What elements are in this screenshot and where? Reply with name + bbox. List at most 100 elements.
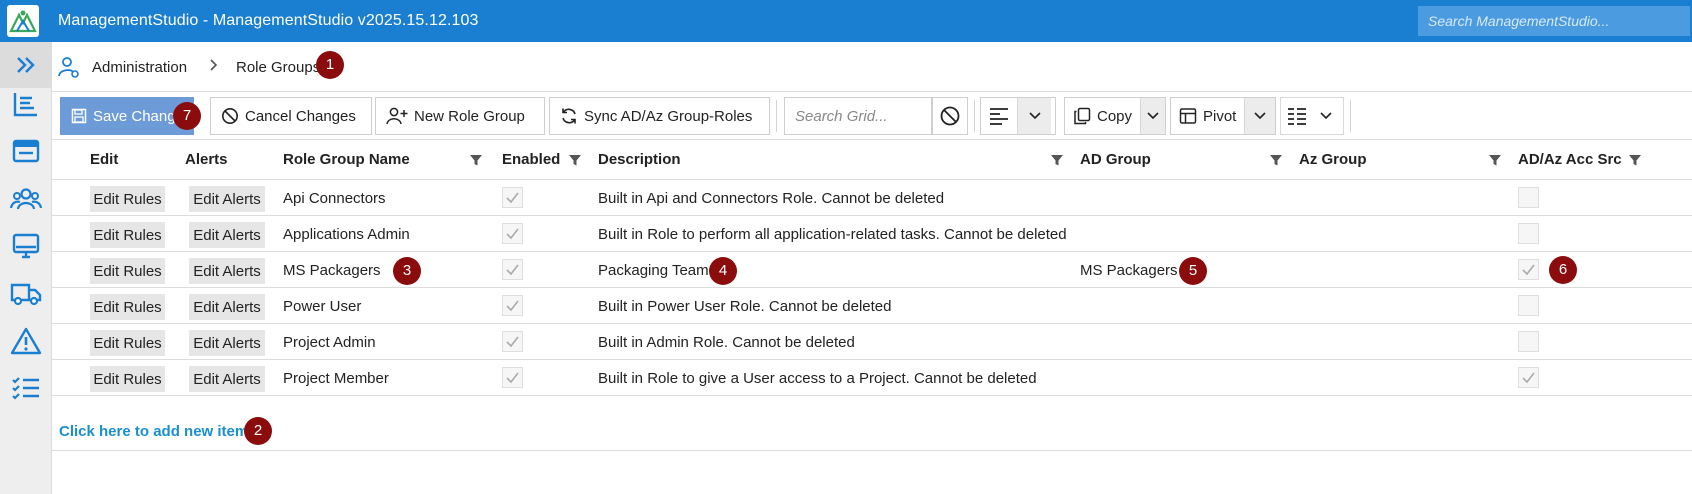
pivot-table-icon — [1179, 108, 1197, 124]
nav-expand-button[interactable] — [0, 42, 52, 88]
edit-alerts-button[interactable]: Edit Alerts — [189, 330, 265, 356]
checkmark-icon — [1522, 372, 1535, 384]
column-header-description[interactable]: Description — [598, 151, 681, 168]
edit-rules-button[interactable]: Edit Rules — [90, 366, 165, 392]
filter-icon[interactable] — [469, 153, 483, 167]
column-header-alerts[interactable]: Alerts — [185, 151, 228, 168]
edit-rules-button[interactable]: Edit Rules — [90, 294, 165, 320]
enabled-checkbox[interactable] — [502, 295, 523, 316]
computer-icon[interactable] — [10, 230, 42, 262]
column-header-enabled[interactable]: Enabled — [502, 151, 560, 168]
clear-icon — [940, 106, 960, 126]
delivery-icon[interactable] — [10, 277, 42, 309]
pivot-button[interactable]: Pivot — [1171, 98, 1244, 134]
checkmark-icon — [506, 336, 519, 348]
filter-icon[interactable] — [1488, 153, 1502, 167]
filter-icon[interactable] — [1628, 153, 1642, 167]
new-role-group-label: New Role Group — [414, 107, 525, 125]
copy-dropdown[interactable] — [1140, 98, 1165, 134]
table-row[interactable]: Edit Rules Edit Alerts Power User Built in … — [52, 288, 1692, 324]
edit-rules-button[interactable]: Edit Rules — [90, 330, 165, 356]
acc-src-checkbox[interactable] — [1518, 259, 1539, 280]
filter-icon[interactable] — [568, 153, 582, 167]
global-search-input[interactable] — [1418, 6, 1690, 36]
breadcrumb: Administration Role Groups 1 — [52, 42, 1692, 92]
add-user-icon — [386, 107, 408, 125]
edit-alerts-button[interactable]: Edit Alerts — [189, 294, 265, 320]
callout-badge-3: 3 — [393, 257, 421, 285]
callout-badge-2: 2 — [244, 417, 272, 445]
column-header-acc-src[interactable]: AD/Az Acc Src — [1518, 151, 1622, 168]
users-icon[interactable] — [10, 183, 42, 215]
column-header-role-group-name[interactable]: Role Group Name — [283, 151, 410, 168]
edit-alerts-button[interactable]: Edit Alerts — [189, 186, 265, 212]
column-chooser-icon — [1288, 108, 1306, 125]
align-left-icon — [990, 108, 1008, 125]
copy-label: Copy — [1097, 107, 1133, 125]
grid-header: Edit Alerts Role Group Name Enabled Desc… — [52, 140, 1692, 180]
pivot-dropdown[interactable] — [1244, 98, 1275, 134]
breadcrumb-administration[interactable]: Administration — [92, 59, 187, 76]
column-header-edit[interactable]: Edit — [90, 151, 118, 168]
list-icon[interactable] — [10, 88, 42, 120]
table-row[interactable]: Edit Rules Edit Alerts Applications Admin B… — [52, 216, 1692, 252]
chevron-down-icon — [1320, 112, 1332, 120]
callout-badge-1: 1 — [316, 51, 344, 79]
app-logo-icon — [7, 5, 39, 37]
edit-alerts-button[interactable]: Edit Alerts — [189, 366, 265, 392]
clear-search-button[interactable] — [932, 97, 968, 135]
pivot-split-button[interactable]: Pivot — [1170, 97, 1276, 135]
acc-src-checkbox[interactable] — [1518, 295, 1539, 316]
columns-dropdown[interactable] — [1313, 98, 1339, 134]
toolbar-divider — [776, 100, 777, 132]
admin-user-icon — [58, 57, 79, 78]
align-split-button[interactable] — [980, 97, 1056, 135]
align-button[interactable] — [981, 98, 1017, 134]
edit-alerts-button[interactable]: Edit Alerts — [189, 222, 265, 248]
grid-search-input[interactable] — [784, 97, 932, 135]
enabled-checkbox[interactable] — [502, 187, 523, 208]
cancel-changes-button[interactable]: Cancel Changes — [210, 97, 372, 135]
edit-rules-button[interactable]: Edit Rules — [90, 222, 165, 248]
acc-src-checkbox[interactable] — [1518, 223, 1539, 244]
columns-split-button[interactable] — [1280, 97, 1344, 135]
edit-alerts-button[interactable]: Edit Alerts — [189, 258, 265, 284]
enabled-checkbox[interactable] — [502, 259, 523, 280]
columns-button[interactable] — [1281, 98, 1313, 134]
new-role-group-button[interactable]: New Role Group — [375, 97, 545, 135]
applications-icon[interactable] — [10, 135, 42, 167]
role-group-name-cell: Power User — [283, 298, 362, 315]
edit-rules-button[interactable]: Edit Rules — [90, 258, 165, 284]
acc-src-checkbox[interactable] — [1518, 331, 1539, 352]
filter-icon[interactable] — [1050, 153, 1064, 167]
sync-ad-az-button[interactable]: Sync AD/Az Group-Roles — [549, 97, 770, 135]
checkmark-icon — [506, 300, 519, 312]
checkmark-icon — [1522, 264, 1535, 276]
enabled-checkbox[interactable] — [502, 223, 523, 244]
chevron-right-icon — [210, 59, 218, 71]
expand-icon — [17, 57, 35, 73]
column-header-az-group[interactable]: Az Group — [1299, 151, 1367, 168]
acc-src-checkbox[interactable] — [1518, 367, 1539, 388]
table-row[interactable]: Edit Rules Edit Alerts MS Packagers Packagi… — [52, 252, 1692, 288]
align-dropdown[interactable] — [1017, 98, 1051, 134]
table-row[interactable]: Edit Rules Edit Alerts Project Admin Built … — [52, 324, 1692, 360]
copy-split-button[interactable]: Copy — [1064, 97, 1166, 135]
warning-icon[interactable] — [10, 325, 42, 357]
filter-icon[interactable] — [1269, 153, 1283, 167]
copy-button[interactable]: Copy — [1065, 98, 1140, 134]
acc-src-checkbox[interactable] — [1518, 187, 1539, 208]
table-row[interactable]: Edit Rules Edit Alerts Project Member Built… — [52, 360, 1692, 396]
description-cell: Built in Power User Role. Cannot be dele… — [598, 298, 892, 315]
add-new-item-link[interactable]: Click here to add new item — [59, 423, 248, 440]
cancel-changes-label: Cancel Changes — [245, 107, 356, 125]
enabled-checkbox[interactable] — [502, 367, 523, 388]
column-header-ad-group[interactable]: AD Group — [1080, 151, 1151, 168]
role-group-name-cell: MS Packagers — [283, 262, 381, 279]
enabled-checkbox[interactable] — [502, 331, 523, 352]
ad-group-cell: MS Packagers — [1080, 262, 1178, 279]
edit-rules-button[interactable]: Edit Rules — [90, 186, 165, 212]
window-title: ManagementStudio - ManagementStudio v202… — [58, 12, 479, 29]
table-row[interactable]: Edit Rules Edit Alerts Api Connectors Built… — [52, 180, 1692, 216]
tasks-icon[interactable] — [10, 372, 42, 404]
